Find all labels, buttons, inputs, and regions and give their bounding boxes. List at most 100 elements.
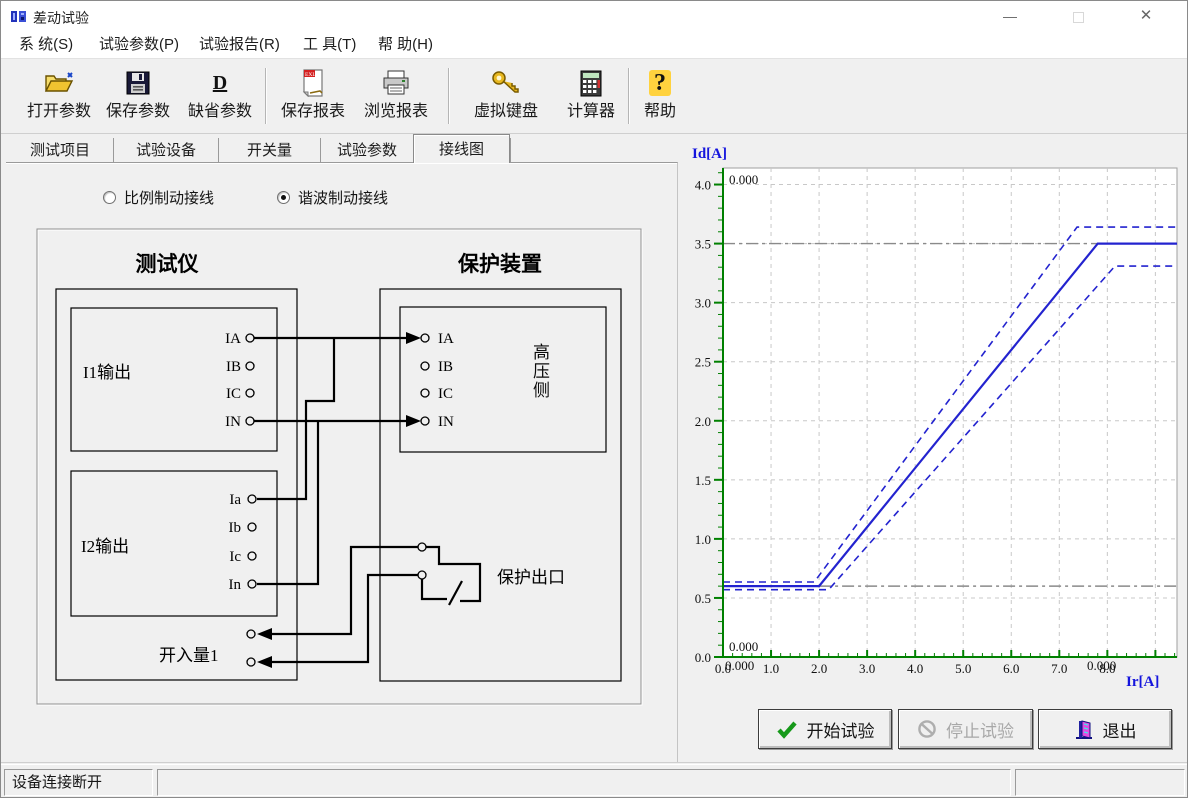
arrow-icon [406,332,421,344]
tab-test-items[interactable]: 测试项目 [7,138,113,163]
menu-test-params[interactable]: 试验参数(P) [95,31,183,59]
stop-test-button[interactable]: 停止试验 [898,709,1033,749]
title-bar: 差动试验 — ✕ [1,1,1187,31]
menu-system[interactable]: 系 统(S) [15,31,77,59]
virtual-keyboard-icon [462,64,550,102]
toolbar-separator [628,68,630,124]
terminal-label: IN [225,414,241,430]
svg-text:3.0: 3.0 [859,661,875,676]
tab-switch-values[interactable]: 开关量 [218,138,320,163]
minimize-button[interactable]: — [987,1,1033,31]
toolbar-separator [448,68,450,124]
tab-wiring-diagram[interactable]: 接线图 [413,134,510,163]
wires [254,338,418,662]
hv-side-label: 高压侧 [527,343,552,400]
save-params-button[interactable]: 保存参数 [94,64,182,130]
status-bar: 设备连接断开 [1,765,1187,798]
tab-test-params[interactable]: 试验参数 [320,138,413,163]
svg-text:0.000: 0.000 [1087,658,1116,673]
tester-box [56,289,297,680]
toolbar-separator [265,68,267,124]
protection-title: 保护装置 [457,252,542,276]
virtual-keyboard-button[interactable]: 虚拟键盘 [462,64,550,130]
arrow-icon [257,628,272,640]
terminal-label: IN [438,414,454,430]
svg-text:1.0: 1.0 [695,532,711,547]
toolbar: 打开参数 保存参数 D 缺省参数 [1,60,1187,134]
svg-text:2.0: 2.0 [695,414,711,429]
chart-panel: 0.01.02.03.04.05.06.07.08.00.00.51.01.52… [689,139,1185,701]
save-report-button[interactable]: EXL 保存报表 [269,64,357,130]
svg-text:0.000: 0.000 [729,639,758,654]
calculator-icon [558,64,624,102]
open-params-button[interactable]: 打开参数 [15,64,103,130]
svg-text:0.000: 0.000 [729,172,758,187]
save-floppy-icon [94,64,182,102]
svg-text:2.5: 2.5 [695,355,711,370]
menu-bar: 系 统(S) 试验参数(P) 试验报告(R) 工 具(T) 帮 助(H) [1,31,1187,59]
start-test-button[interactable]: 开始试验 [758,709,892,749]
svg-text:Ir[A]: Ir[A] [1126,674,1159,690]
terminal-label: In [229,577,242,593]
svg-text:0.000: 0.000 [725,658,754,673]
maximize-icon [1073,12,1084,23]
hv-side-box [400,307,606,452]
svg-text:2.0: 2.0 [811,661,827,676]
terminal-label: IA [438,331,454,347]
help-icon: ? [634,64,686,102]
status-message [157,769,1011,796]
svg-text:4.0: 4.0 [695,178,711,193]
menu-help[interactable]: 帮 助(H) [374,31,437,59]
svg-text:4.0: 4.0 [907,661,923,676]
maximize-button[interactable] [1055,1,1101,31]
svg-text:3.0: 3.0 [695,296,711,311]
check-icon [776,720,798,739]
terminal-label: Ic [229,549,241,565]
svg-text:Id[A]: Id[A] [692,146,727,162]
browse-report-button[interactable]: 浏览报表 [352,64,440,130]
tab-strip-end [510,138,511,163]
terminal-label: IC [226,386,241,402]
menu-test-report[interactable]: 试验报告(R) [195,31,284,59]
protection-box [380,289,621,681]
help-button[interactable]: ? 帮助 [634,64,686,130]
default-params-button[interactable]: D 缺省参数 [176,64,264,130]
window-title: 差动试验 [33,8,89,28]
binary-input-label: 开入量1 [159,646,219,665]
svg-text:5.0: 5.0 [955,661,971,676]
app-icon [10,8,27,25]
terminal-label: IC [438,386,453,402]
tester-title: 测试仪 [136,252,200,276]
status-extra [1015,769,1185,796]
save-report-icon: EXL [269,64,357,102]
exit-button[interactable]: 退出 [1038,709,1172,749]
wiring-diagram: 测试仪 保护装置 I1输出 I2输出 IA IB IC IN Ia Ib Ic … [1,163,681,761]
i1-output-label: I1输出 [83,363,131,382]
i2-output-label: I2输出 [81,537,129,556]
menu-tools[interactable]: 工 具(T) [299,31,360,59]
default-params-icon: D [176,64,264,102]
svg-text:3.5: 3.5 [695,237,711,252]
svg-text:0.5: 0.5 [695,591,711,606]
arrow-icon [406,415,421,427]
differential-characteristic-chart: 0.01.02.03.04.05.06.07.08.00.00.51.01.52… [689,139,1185,701]
protection-output-label: 保护出口 [497,568,565,587]
app-window: 差动试验 — ✕ 系 统(S) 试验参数(P) 试验报告(R) 工 具(T) 帮… [0,0,1188,798]
print-preview-icon [352,64,440,102]
close-button[interactable]: ✕ [1123,1,1169,31]
protection-output-switch [418,543,480,605]
terminal-label: IB [438,359,453,375]
terminal-label: IB [226,359,241,375]
open-folder-icon [15,64,103,102]
exit-door-icon [1074,719,1094,740]
calculator-button[interactable]: 计算器 [558,64,624,130]
arrow-icon [257,656,272,668]
svg-text:1.0: 1.0 [763,661,779,676]
svg-text:6.0: 6.0 [1003,661,1019,676]
svg-text:0.0: 0.0 [695,650,711,665]
terminal-label: IA [225,331,241,347]
tab-bar: 测试项目 试验设备 开关量 试验参数 接线图 [7,137,511,163]
terminal-label: Ib [229,520,242,536]
svg-text:EXL: EXL [305,72,316,78]
tab-test-device[interactable]: 试验设备 [113,138,218,163]
